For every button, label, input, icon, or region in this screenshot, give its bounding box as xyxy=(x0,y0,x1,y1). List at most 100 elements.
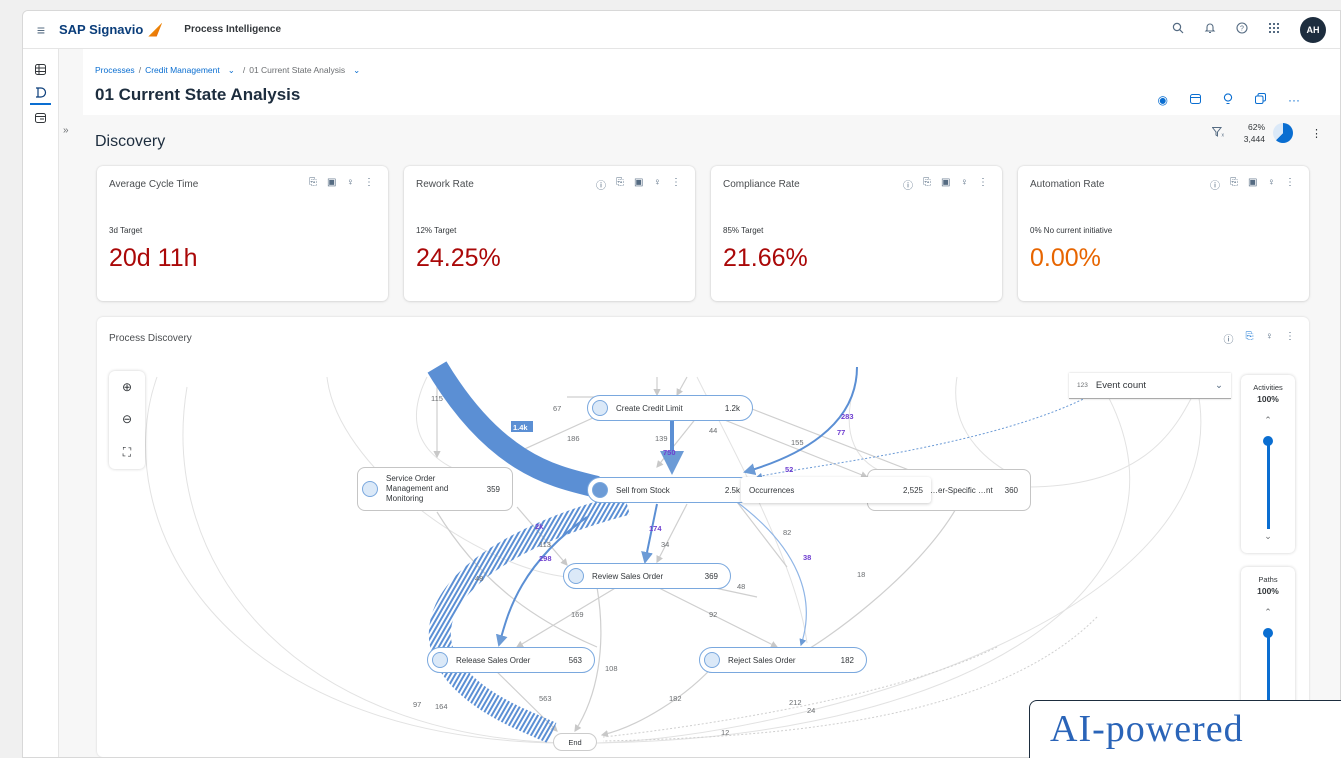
help-icon[interactable]: ? xyxy=(1236,22,1248,37)
lightbulb-icon[interactable]: ♀ xyxy=(347,177,355,188)
more-vertical-icon[interactable]: ⋮ xyxy=(671,177,681,192)
calendar-icon[interactable]: ▣ xyxy=(1248,177,1257,192)
chevron-down-icon[interactable]: ⌄ xyxy=(228,65,235,76)
grid-icon[interactable] xyxy=(1268,22,1280,37)
copy-icon[interactable] xyxy=(1255,93,1266,108)
edit-icon[interactable]: ⎘ xyxy=(1230,177,1238,192)
kpi-card-rework-rate[interactable]: Rework Rate ⓘ ⎘ ▣ ♀ ⋮ 12% Target 24.25% xyxy=(404,166,695,301)
node-label: Release Sales Order xyxy=(456,655,531,665)
eye-icon[interactable]: ◉ xyxy=(1158,93,1168,108)
lightbulb-icon[interactable]: ♀ xyxy=(1268,177,1276,192)
slider-handle[interactable] xyxy=(1263,628,1273,638)
node-label: Sell from Stock xyxy=(616,485,670,495)
node-review-sales-order[interactable]: Review Sales Order 369 xyxy=(563,563,731,589)
kpi-card-average-cycle-time[interactable]: Average Cycle Time ⎘ ▣ ♀ ⋮ 3d Target 20d… xyxy=(97,166,388,301)
tooltip-value: 2,525 xyxy=(902,485,923,495)
occurrences-tooltip: Occurrences 2,525 xyxy=(741,477,931,503)
edge-label: 298 xyxy=(539,554,552,563)
lightbulb-icon[interactable]: ♀ xyxy=(654,177,662,192)
fit-to-screen-icon[interactable]: ⛶ xyxy=(123,445,131,460)
more-vertical-icon[interactable]: ⋮ xyxy=(364,177,374,188)
activity-icon xyxy=(704,652,720,668)
signavio-logo-icon xyxy=(146,23,168,37)
node-label: Create Credit Limit xyxy=(616,403,683,413)
table-icon[interactable] xyxy=(23,57,58,81)
edge-label: 34 xyxy=(661,540,669,549)
node-service-order-management[interactable]: Service Order Management and Monitoring … xyxy=(357,467,513,511)
zoom-in-icon[interactable]: ⊕ xyxy=(122,380,132,394)
chevron-down-icon[interactable]: ⌄ xyxy=(1241,531,1295,542)
edge-label: 67 xyxy=(553,404,561,413)
edge-label: 108 xyxy=(605,664,618,673)
edge-label: 97 xyxy=(413,700,421,709)
edge-label: 48 xyxy=(737,582,745,591)
calendar-nav-icon[interactable] xyxy=(23,105,58,129)
kpi-title: Rework Rate xyxy=(416,179,474,190)
slider-track[interactable] xyxy=(1267,441,1270,529)
activities-slider[interactable]: Activities 100% ⌃ ⌄ xyxy=(1241,375,1295,553)
node-release-sales-order[interactable]: Release Sales Order 563 xyxy=(427,647,595,673)
breadcrumb: Processes / Credit Management ⌄ / 01 Cur… xyxy=(95,65,361,76)
edit-icon[interactable]: ⎘ xyxy=(923,177,931,192)
node-count: 360 xyxy=(1004,485,1018,495)
kpi-title: Average Cycle Time xyxy=(109,179,199,190)
node-reject-sales-order[interactable]: Reject Sales Order 182 xyxy=(699,647,867,673)
node-end[interactable]: End xyxy=(553,733,597,751)
kpi-target: 3d Target xyxy=(109,226,143,235)
coverage-pie[interactable] xyxy=(1273,123,1293,143)
info-icon[interactable]: ⓘ xyxy=(1210,177,1220,192)
brand-logo[interactable]: SAP Signavio xyxy=(59,22,168,37)
info-icon[interactable]: ⓘ xyxy=(596,177,606,192)
edge-label: 182 xyxy=(669,694,682,703)
kpi-card-compliance-rate[interactable]: Compliance Rate ⓘ ⎘ ▣ ♀ ⋮ 85% Target 21.… xyxy=(711,166,1002,301)
node-label: Service Order Management and Monitoring xyxy=(386,474,449,503)
breadcrumb-processes[interactable]: Processes xyxy=(95,65,135,76)
lightbulb-icon[interactable]: ♀ xyxy=(961,177,969,192)
discovery-title: Discovery xyxy=(95,133,166,150)
ai-powered-badge: AI-powered xyxy=(1029,700,1341,758)
chevron-down-icon[interactable]: ⌄ xyxy=(353,65,360,76)
lightbulb-icon[interactable] xyxy=(1223,93,1233,108)
metric-select[interactable]: 123 Event count ⌄ xyxy=(1069,373,1231,399)
app-window: ≡ SAP Signavio Process Intelligence ? AH xyxy=(22,10,1341,758)
edge-label: 139 xyxy=(655,434,668,443)
kpi-value: 21.66% xyxy=(723,244,808,272)
calendar-icon[interactable]: ▣ xyxy=(327,177,336,188)
info-icon[interactable]: ⓘ xyxy=(903,177,913,192)
breadcrumb-credit-management[interactable]: Credit Management xyxy=(145,65,220,76)
slider-handle[interactable] xyxy=(1263,436,1273,446)
filter-icon[interactable]: x xyxy=(1211,127,1224,139)
zoom-out-icon[interactable]: ⊖ xyxy=(122,412,132,426)
edge-label: 169 xyxy=(571,610,584,619)
discovery-nav-icon[interactable] xyxy=(30,81,51,105)
shell-bar: ≡ SAP Signavio Process Intelligence ? AH xyxy=(23,11,1340,49)
search-icon[interactable] xyxy=(1172,22,1184,37)
chevron-up-icon[interactable]: ⌃ xyxy=(1241,415,1295,426)
calendar-icon[interactable]: ▣ xyxy=(941,177,950,192)
avatar[interactable]: AH xyxy=(1300,16,1326,43)
node-sell-from-stock[interactable]: Sell from Stock 2.5k xyxy=(587,477,753,503)
bell-icon[interactable] xyxy=(1204,22,1216,37)
kpi-card-automation-rate[interactable]: Automation Rate ⓘ ⎘ ▣ ♀ ⋮ 0% No current … xyxy=(1018,166,1309,301)
more-vertical-icon[interactable]: ⋮ xyxy=(1311,127,1322,140)
edit-icon[interactable]: ⎘ xyxy=(309,177,317,188)
activity-icon xyxy=(592,482,608,498)
side-navigation xyxy=(23,49,59,757)
kpi-value: 0.00% xyxy=(1030,244,1101,272)
more-vertical-icon[interactable]: ⋮ xyxy=(1285,177,1295,192)
calendar-icon[interactable] xyxy=(1190,93,1201,108)
menu-icon[interactable]: ≡ xyxy=(23,22,59,38)
more-icon[interactable]: ··· xyxy=(1288,93,1300,108)
edge-label: 24 xyxy=(807,706,815,715)
breadcrumb-current[interactable]: 01 Current State Analysis xyxy=(249,65,345,76)
edge-label: 750 xyxy=(663,448,676,457)
calendar-icon[interactable]: ▣ xyxy=(634,177,643,192)
chevron-up-icon[interactable]: ⌃ xyxy=(1241,607,1295,618)
zoom-controls: ⊕ ⊖ ⛶ xyxy=(109,371,145,469)
node-count: 359 xyxy=(486,484,500,494)
node-create-credit-limit[interactable]: Create Credit Limit 1.2k xyxy=(587,395,753,421)
expand-panel-icon[interactable]: » xyxy=(63,125,69,136)
more-vertical-icon[interactable]: ⋮ xyxy=(978,177,988,192)
edit-icon[interactable]: ⎘ xyxy=(616,177,624,192)
node-count: 182 xyxy=(840,655,854,665)
